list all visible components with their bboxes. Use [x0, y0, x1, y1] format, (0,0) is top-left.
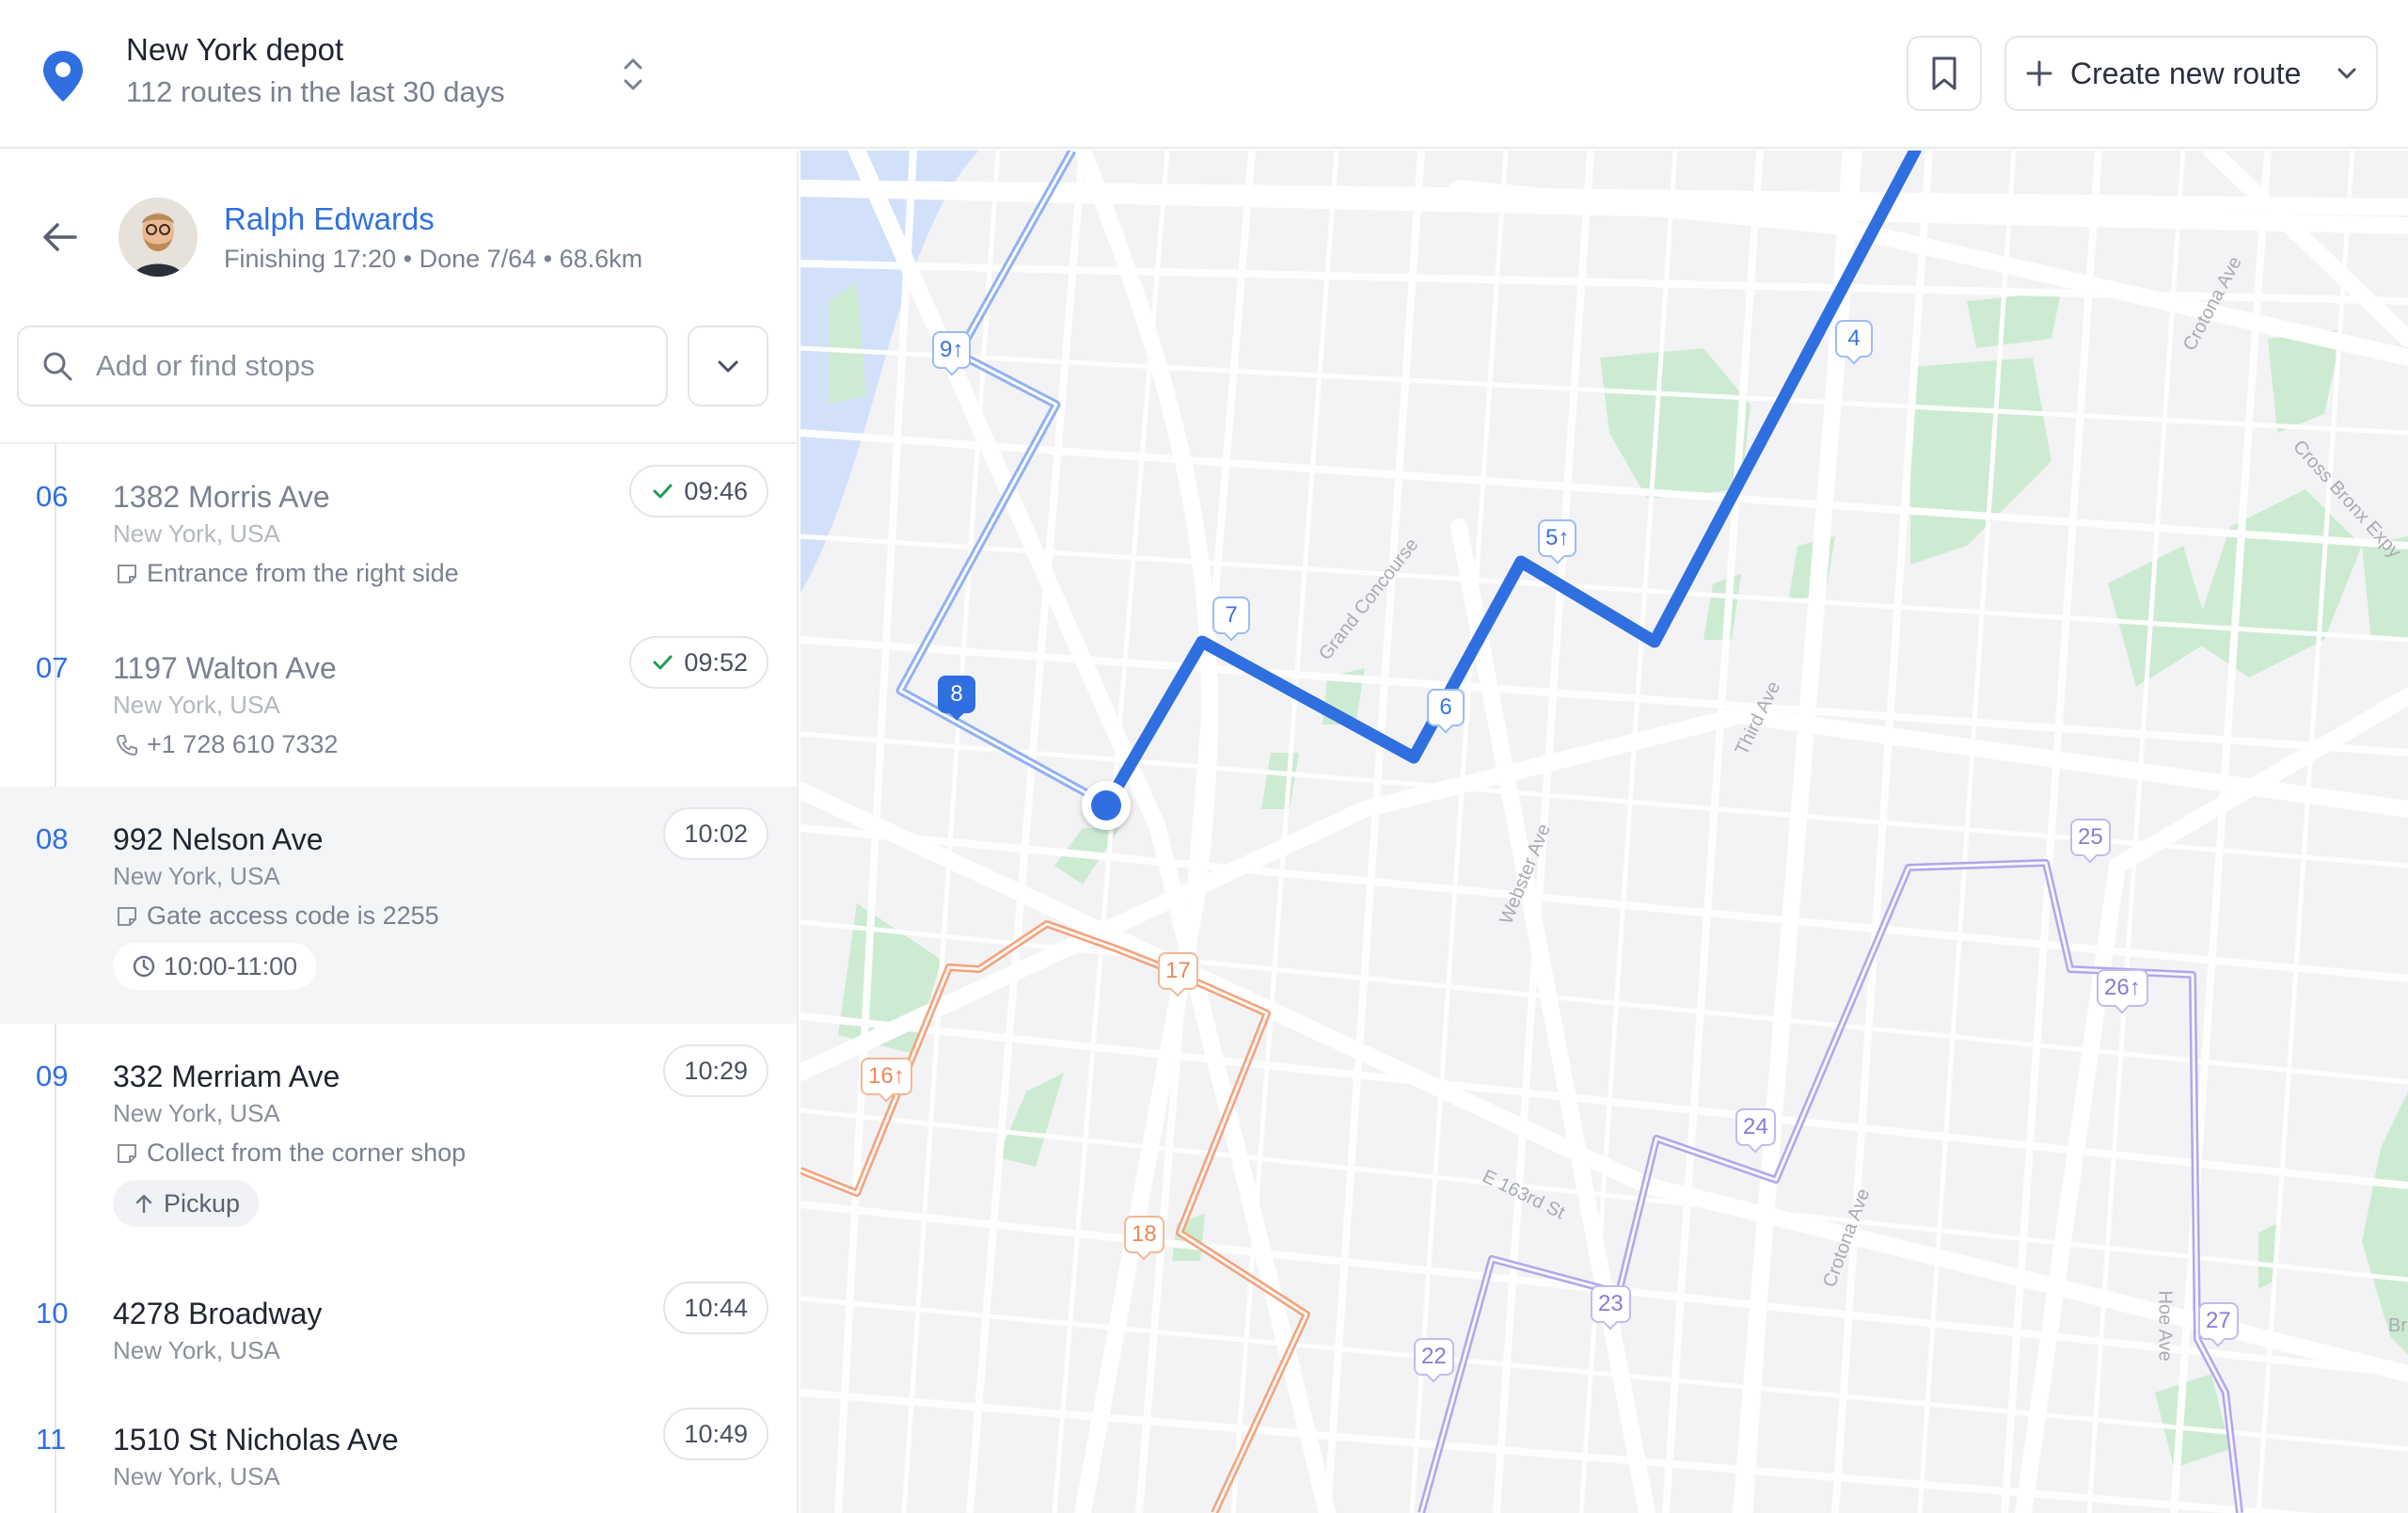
checkmark-icon	[653, 655, 673, 670]
create-new-route-button[interactable]: Create new route	[2004, 36, 2378, 111]
driver-name[interactable]: Ralph Edwards	[224, 201, 435, 237]
stop-address: 4278 Broadway	[113, 1297, 323, 1330]
arrow-up-icon	[135, 1194, 152, 1214]
stop-city: New York, USA	[113, 691, 280, 719]
route-stop-marker[interactable]: 16↑	[861, 1058, 912, 1095]
stop-number: 08	[36, 822, 69, 855]
stop-item[interactable]: 11 1510 St Nicholas Ave New York, USA 10…	[0, 1387, 797, 1513]
pickup-tag-text: Pickup	[164, 1188, 241, 1218]
stop-note: Collect from the corner shop	[115, 1139, 466, 1168]
stop-phone: +1 728 610 7332	[115, 730, 338, 759]
stop-time: 10:44	[684, 1293, 748, 1322]
stop-time-badge: 10:49	[663, 1408, 768, 1460]
stop-time-badge: 10:02	[663, 807, 768, 860]
stop-note-text: Gate access code is 2255	[147, 901, 439, 930]
stop-city: New York, USA	[113, 519, 280, 548]
route-panel: Ralph Edwards Finishing 17:20 • Done 7/6…	[0, 151, 799, 1513]
stop-city: New York, USA	[113, 1462, 280, 1490]
search-icon	[43, 352, 72, 381]
stop-time-badge: 10:44	[663, 1282, 768, 1334]
stop-item[interactable]: 10 4278 Broadway New York, USA 10:44	[0, 1261, 797, 1387]
route-stop-marker[interactable]: 6	[1427, 689, 1465, 726]
depot-switcher-icon[interactable]	[617, 53, 649, 96]
driver-route-summary: Finishing 17:20 • Done 7/64 • 68.6km	[224, 245, 643, 273]
note-icon	[118, 564, 136, 583]
stop-time: 10:49	[684, 1419, 748, 1448]
depot-title: New York depot	[126, 32, 344, 67]
stop-item[interactable]: 06 1382 Morris Ave New York, USA Entranc…	[0, 444, 797, 615]
stop-note: Entrance from the right side	[115, 559, 459, 588]
plus-icon	[2026, 60, 2052, 87]
stop-time: 09:52	[684, 647, 748, 677]
street-label: Hoe Ave	[2154, 1290, 2176, 1362]
top-bar: New York depot 112 routes in the last 30…	[0, 0, 2408, 149]
stop-note: Gate access code is 2255	[115, 901, 439, 931]
stop-search-input[interactable]	[96, 349, 623, 383]
bookmark-button[interactable]	[1907, 36, 1982, 111]
stop-time: 10:02	[684, 819, 748, 848]
route-map[interactable]: Grand Concourse Third Ave Webster Ave E …	[800, 151, 2408, 1513]
phone-icon	[117, 734, 137, 756]
stop-time: 10:29	[684, 1056, 748, 1085]
stop-time-badge: 09:46	[629, 465, 768, 518]
street-label: Bri	[2388, 1315, 2408, 1336]
stop-address: 1197 Walton Ave	[113, 651, 337, 685]
stop-city: New York, USA	[113, 1099, 280, 1127]
create-new-route-label: Create new route	[2070, 56, 2302, 90]
route-stop-marker[interactable]: 5↑	[1538, 519, 1577, 557]
stop-number: 10	[36, 1297, 69, 1330]
stop-number: 11	[36, 1423, 67, 1456]
stop-time-badge: 09:52	[629, 636, 768, 689]
route-stop-marker[interactable]: 7	[1212, 597, 1250, 634]
stop-time-badge: 10:29	[663, 1044, 768, 1097]
depot-subtitle: 112 routes in the last 30 days	[126, 75, 505, 108]
route-stop-marker[interactable]: 9↑	[932, 331, 972, 369]
stop-city: New York, USA	[113, 1336, 280, 1364]
route-stop-marker-active[interactable]: 8	[938, 676, 975, 713]
checkmark-icon	[653, 484, 673, 499]
time-window-chip: 10:00-11:00	[113, 943, 317, 990]
note-icon	[118, 906, 136, 926]
stop-item-current[interactable]: 08 992 Nelson Ave New York, USA Gate acc…	[0, 787, 797, 1024]
stop-address: 332 Merriam Ave	[113, 1059, 341, 1093]
chevron-down-icon	[718, 360, 738, 373]
current-location-dot	[1082, 781, 1131, 830]
stop-number: 07	[36, 651, 69, 684]
route-stop-marker[interactable]: 4	[1835, 320, 1873, 358]
stops-dropdown-button[interactable]	[688, 326, 768, 406]
bookmark-icon	[1932, 56, 1956, 90]
stop-address: 992 Nelson Ave	[113, 822, 324, 856]
stop-number: 06	[36, 480, 69, 513]
stop-note-text: Entrance from the right side	[147, 559, 459, 587]
clock-icon	[133, 955, 155, 978]
stop-search-field[interactable]	[17, 326, 668, 406]
back-arrow-icon[interactable]	[40, 216, 81, 258]
stop-note-text: Collect from the corner shop	[147, 1139, 467, 1167]
pickup-tag: Pickup	[113, 1180, 260, 1227]
route-stop-marker[interactable]: 25	[2070, 819, 2111, 856]
time-window-text: 10:00-11:00	[164, 951, 298, 980]
driver-avatar	[119, 198, 198, 277]
stop-item[interactable]: 09 332 Merriam Ave New York, USA Collect…	[0, 1024, 797, 1261]
location-pin-icon	[43, 51, 83, 102]
stop-number: 09	[36, 1059, 69, 1092]
stop-city: New York, USA	[113, 862, 280, 890]
stop-phone-text[interactable]: +1 728 610 7332	[147, 730, 338, 759]
route-stop-marker[interactable]: 18	[1124, 1216, 1164, 1253]
route-stop-marker[interactable]: 27	[2198, 1302, 2239, 1340]
stop-address: 1510 St Nicholas Ave	[113, 1423, 399, 1457]
route-stop-marker[interactable]: 26↑	[2097, 969, 2148, 1007]
route-stop-marker[interactable]: 22	[1414, 1338, 1454, 1376]
stop-address: 1382 Morris Ave	[113, 480, 330, 514]
route-stop-marker[interactable]: 24	[1735, 1108, 1776, 1146]
route-stop-marker[interactable]: 23	[1591, 1285, 1631, 1323]
stop-time: 09:46	[684, 476, 748, 505]
stop-item[interactable]: 07 1197 Walton Ave New York, USA +1 728 …	[0, 615, 797, 787]
note-icon	[118, 1143, 136, 1163]
route-stop-marker[interactable]: 17	[1158, 952, 1198, 990]
chevron-down-icon	[2337, 68, 2356, 79]
